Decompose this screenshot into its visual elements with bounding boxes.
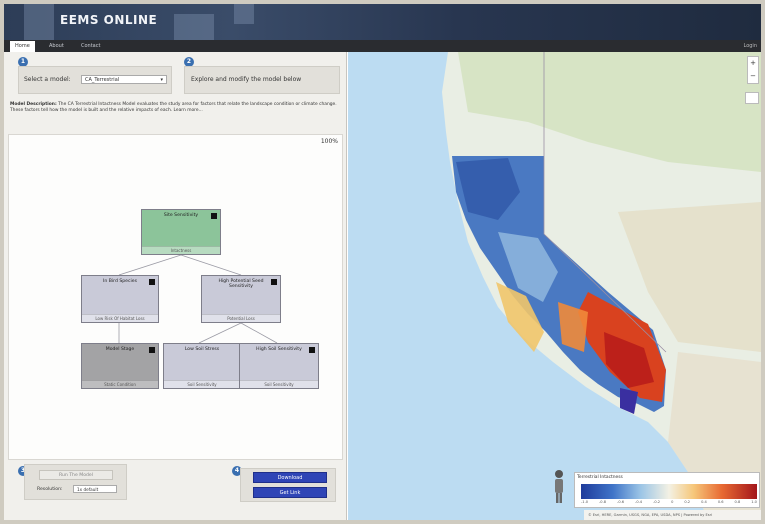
node-low-soil-stress[interactable]: Low Soil Stress Soil Sensitivity xyxy=(163,343,241,389)
legend-tick-label: -0.2 xyxy=(653,500,661,504)
layers-icon[interactable] xyxy=(745,92,759,104)
download-button[interactable]: Download xyxy=(253,472,327,483)
node-menu-icon[interactable] xyxy=(271,279,277,285)
get-link-button[interactable]: Get Link xyxy=(253,487,327,498)
street-view-icon[interactable] xyxy=(552,468,566,504)
connector-root-right xyxy=(180,254,242,276)
node-high-soil-sensitivity[interactable]: High Soil Sensitivity Soil Sensitivity xyxy=(239,343,319,389)
connector-root-left xyxy=(118,254,182,276)
node-sub: Soil Sensitivity xyxy=(164,380,240,388)
run-model-button[interactable]: Run The Model xyxy=(39,470,113,480)
map-legend: Terrestrial Intactness -1.0 -0.8 -0.6 -0.4-… xyxy=(574,472,760,508)
map-attribution: © Esri, HERE, Garmin, USGS, NGA, EPA, US… xyxy=(584,510,761,520)
resolution-select-value: 1x default xyxy=(77,487,99,492)
chevron-down-icon: ▾ xyxy=(160,77,163,83)
node-name: High Potential Seed Sensitivity xyxy=(218,279,264,290)
zoom-in-button[interactable]: + xyxy=(748,57,758,70)
node-menu-icon[interactable] xyxy=(211,213,217,219)
login-link[interactable]: Login xyxy=(744,40,758,52)
model-select-box: Select a model: CA_Terrestrial ▾ xyxy=(18,66,172,94)
model-diagram: 100% Site Sensitivity Intactness In Bird… xyxy=(8,134,343,460)
node-seed-sensitivity[interactable]: High Potential Seed Sensitivity Potentia… xyxy=(201,275,281,323)
node-menu-icon[interactable] xyxy=(149,279,155,285)
legend-tick-label: -0.8 xyxy=(599,500,607,504)
app-frame: EEMS ONLINE Home About Contact Login 1 S… xyxy=(0,0,765,524)
left-panel: 1 Select a model: CA_Terrestrial ▾ 2 Exp… xyxy=(4,52,347,520)
map-zoom-control: + − xyxy=(747,56,759,84)
legend-ticks: -1.0 -0.8 -0.6 -0.4 -0.2 0 0.2 0.4 0.6 0.8 1.0 xyxy=(581,500,757,506)
node-sub: Static Condition xyxy=(82,380,158,388)
legend-tick-label: -1.0 xyxy=(581,500,589,504)
select-model-label: Select a model: xyxy=(24,76,71,83)
legend-color-ramp xyxy=(581,484,757,499)
tab-bar: Home About Contact Login xyxy=(4,40,761,52)
legend-title: Terrestrial Intactness xyxy=(577,475,623,480)
legend-tick-label: -0.4 xyxy=(635,500,643,504)
explore-box: Explore and modify the model below xyxy=(184,66,340,94)
zoom-out-button[interactable]: − xyxy=(748,70,758,83)
connector-right-br xyxy=(240,322,278,344)
node-sub: Intactness xyxy=(142,246,220,254)
connector-right-bm xyxy=(198,322,242,344)
resolution-label: Resolution: xyxy=(37,487,63,492)
model-description: Model Description: The CA Terrestrial In… xyxy=(10,102,344,113)
model-description-label: Model Description: xyxy=(10,102,57,107)
node-bird-species[interactable]: In Bird Species Low Risk Of Habitat Loss xyxy=(81,275,159,323)
resolution-select[interactable]: 1x default xyxy=(73,485,117,493)
node-name: High Soil Sensitivity xyxy=(256,347,302,352)
model-description-text: The CA Terrestrial Intactness Model eval… xyxy=(10,102,337,113)
node-name: Site Sensitivity xyxy=(163,213,199,218)
node-name: In Bird Species xyxy=(102,279,138,284)
node-sub: Low Risk Of Habitat Loss xyxy=(82,314,158,322)
legend-tick-label: 0.8 xyxy=(734,500,741,504)
legend-tick-label: 1.0 xyxy=(751,500,757,504)
tab-home[interactable]: Home xyxy=(10,41,35,52)
node-menu-icon[interactable] xyxy=(149,347,155,353)
legend-tick-label: 0.2 xyxy=(684,500,691,504)
map-canvas xyxy=(348,52,761,520)
terrain-north xyxy=(458,52,761,172)
legend-tick-label: 0 xyxy=(671,500,674,504)
model-select[interactable]: CA_Terrestrial ▾ xyxy=(81,75,167,84)
legend-tick-label: 0.6 xyxy=(717,500,724,504)
run-model-box: Run The Model Resolution: 1x default xyxy=(24,464,127,500)
app-title: EEMS ONLINE xyxy=(60,13,158,27)
explore-label: Explore and modify the model below xyxy=(191,76,302,83)
export-box: Download Get Link xyxy=(240,468,336,502)
tab-contact[interactable]: Contact xyxy=(76,41,105,52)
node-name: Low Soil Stress xyxy=(184,347,220,352)
tab-about[interactable]: About xyxy=(44,41,69,52)
model-select-value: CA_Terrestrial xyxy=(85,77,120,83)
diagram-connectors xyxy=(118,254,278,344)
node-site-sensitivity[interactable]: Site Sensitivity Intactness xyxy=(141,209,221,255)
node-sub: Potential Loss xyxy=(202,314,280,322)
legend-tick-label: 0.4 xyxy=(701,500,707,504)
node-model-stage[interactable]: Model Stage Static Condition xyxy=(81,343,159,389)
legend-tick-label: -0.6 xyxy=(617,500,625,504)
app-header: EEMS ONLINE xyxy=(4,4,761,40)
node-name: Model Stage xyxy=(105,347,135,352)
node-sub: Soil Sensitivity xyxy=(240,380,318,388)
node-menu-icon[interactable] xyxy=(309,347,315,353)
map-view[interactable]: + − Terrestrial Intactness -1.0 -0.8 -0.6-… xyxy=(348,52,761,520)
